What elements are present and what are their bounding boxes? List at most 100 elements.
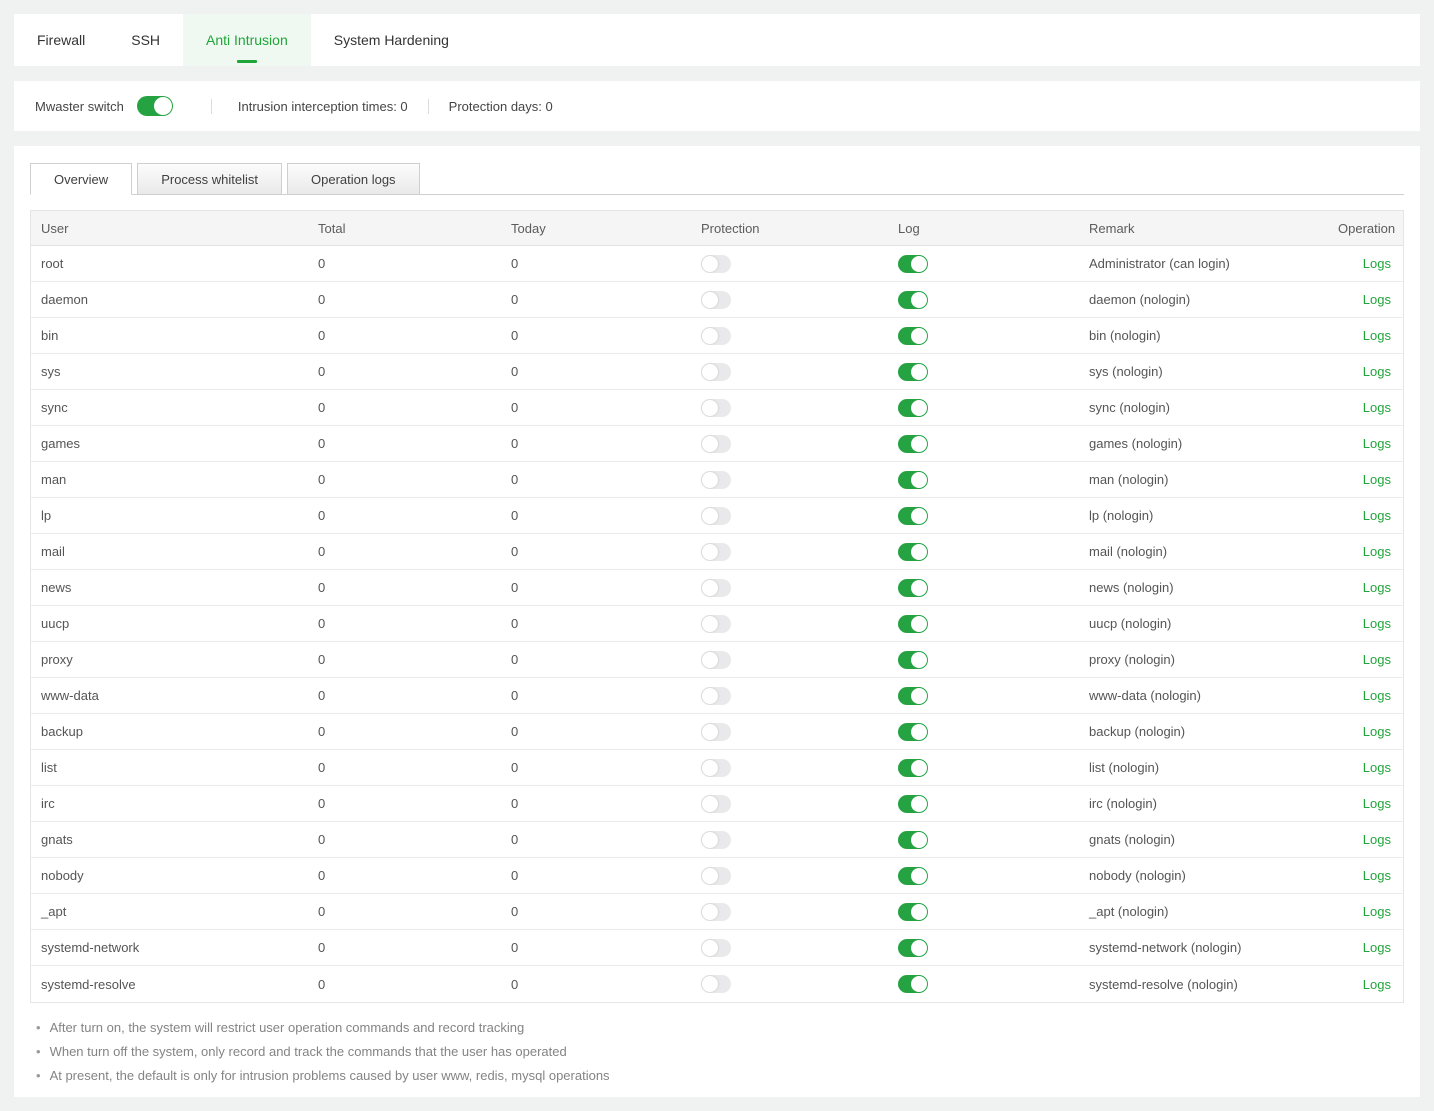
user-cell: uucp bbox=[31, 616, 308, 631]
operation-cell: Logs bbox=[1328, 616, 1403, 631]
log-toggle[interactable] bbox=[898, 471, 928, 489]
toggle-knob bbox=[911, 328, 927, 344]
toggle-knob bbox=[911, 256, 927, 272]
logs-link[interactable]: Logs bbox=[1363, 940, 1391, 955]
protection-toggle[interactable] bbox=[701, 291, 731, 309]
protection-toggle[interactable] bbox=[701, 471, 731, 489]
logs-link[interactable]: Logs bbox=[1363, 436, 1391, 451]
logs-link[interactable]: Logs bbox=[1363, 292, 1391, 307]
protection-toggle[interactable] bbox=[701, 687, 731, 705]
log-toggle[interactable] bbox=[898, 651, 928, 669]
logs-link[interactable]: Logs bbox=[1363, 616, 1391, 631]
logs-link[interactable]: Logs bbox=[1363, 724, 1391, 739]
logs-link[interactable]: Logs bbox=[1363, 832, 1391, 847]
subtab-overview[interactable]: Overview bbox=[30, 163, 132, 195]
tab-firewall[interactable]: Firewall bbox=[14, 14, 108, 66]
note-text: After turn on, the system will restrict … bbox=[50, 1016, 525, 1040]
logs-link[interactable]: Logs bbox=[1363, 508, 1391, 523]
log-toggle[interactable] bbox=[898, 795, 928, 813]
logs-link[interactable]: Logs bbox=[1363, 472, 1391, 487]
log-cell bbox=[888, 651, 1079, 669]
protection-toggle[interactable] bbox=[701, 831, 731, 849]
logs-link[interactable]: Logs bbox=[1363, 400, 1391, 415]
log-toggle[interactable] bbox=[898, 867, 928, 885]
column-header-log: Log bbox=[888, 221, 1079, 236]
protection-cell bbox=[691, 543, 888, 561]
log-toggle[interactable] bbox=[898, 759, 928, 777]
tab-anti-intrusion[interactable]: Anti Intrusion bbox=[183, 14, 311, 66]
log-toggle[interactable] bbox=[898, 507, 928, 525]
table-row: sys00sys (nologin)Logs bbox=[31, 354, 1403, 390]
table-row: bin00bin (nologin)Logs bbox=[31, 318, 1403, 354]
master-switch-toggle[interactable] bbox=[137, 96, 173, 116]
logs-link[interactable]: Logs bbox=[1363, 977, 1391, 992]
protection-toggle[interactable] bbox=[701, 255, 731, 273]
subtab-process-whitelist[interactable]: Process whitelist bbox=[137, 163, 282, 195]
logs-link[interactable]: Logs bbox=[1363, 364, 1391, 379]
log-toggle[interactable] bbox=[898, 327, 928, 345]
protection-toggle[interactable] bbox=[701, 399, 731, 417]
log-toggle[interactable] bbox=[898, 291, 928, 309]
log-toggle[interactable] bbox=[898, 687, 928, 705]
protection-toggle[interactable] bbox=[701, 615, 731, 633]
protection-toggle[interactable] bbox=[701, 795, 731, 813]
column-header-total: Total bbox=[308, 221, 501, 236]
tab-ssh[interactable]: SSH bbox=[108, 14, 183, 66]
protection-toggle[interactable] bbox=[701, 435, 731, 453]
logs-link[interactable]: Logs bbox=[1363, 580, 1391, 595]
logs-link[interactable]: Logs bbox=[1363, 544, 1391, 559]
logs-link[interactable]: Logs bbox=[1363, 688, 1391, 703]
logs-link[interactable]: Logs bbox=[1363, 256, 1391, 271]
protection-toggle[interactable] bbox=[701, 759, 731, 777]
today-cell: 0 bbox=[501, 472, 691, 487]
logs-link[interactable]: Logs bbox=[1363, 652, 1391, 667]
operation-cell: Logs bbox=[1328, 724, 1403, 739]
operation-cell: Logs bbox=[1328, 400, 1403, 415]
tab-system-hardening[interactable]: System Hardening bbox=[311, 14, 472, 66]
log-toggle[interactable] bbox=[898, 543, 928, 561]
note-item: •After turn on, the system will restrict… bbox=[36, 1016, 1404, 1040]
total-cell: 0 bbox=[308, 940, 501, 955]
protection-toggle[interactable] bbox=[701, 903, 731, 921]
log-toggle[interactable] bbox=[898, 831, 928, 849]
protection-toggle[interactable] bbox=[701, 543, 731, 561]
toggle-knob bbox=[702, 544, 718, 560]
log-cell bbox=[888, 831, 1079, 849]
log-toggle[interactable] bbox=[898, 399, 928, 417]
protection-toggle[interactable] bbox=[701, 363, 731, 381]
log-toggle[interactable] bbox=[898, 939, 928, 957]
logs-link[interactable]: Logs bbox=[1363, 796, 1391, 811]
log-toggle[interactable] bbox=[898, 975, 928, 993]
protection-toggle[interactable] bbox=[701, 507, 731, 525]
toggle-knob bbox=[702, 940, 718, 956]
logs-link[interactable]: Logs bbox=[1363, 328, 1391, 343]
log-toggle[interactable] bbox=[898, 903, 928, 921]
log-toggle[interactable] bbox=[898, 255, 928, 273]
log-toggle[interactable] bbox=[898, 615, 928, 633]
logs-link[interactable]: Logs bbox=[1363, 904, 1391, 919]
toggle-knob bbox=[911, 724, 927, 740]
table-row: list00list (nologin)Logs bbox=[31, 750, 1403, 786]
protection-toggle[interactable] bbox=[701, 651, 731, 669]
logs-link[interactable]: Logs bbox=[1363, 868, 1391, 883]
protection-toggle[interactable] bbox=[701, 939, 731, 957]
protection-toggle[interactable] bbox=[701, 723, 731, 741]
user-cell: systemd-resolve bbox=[31, 977, 308, 992]
operation-cell: Logs bbox=[1328, 760, 1403, 775]
toggle-knob bbox=[702, 436, 718, 452]
log-toggle[interactable] bbox=[898, 579, 928, 597]
protection-toggle[interactable] bbox=[701, 975, 731, 993]
log-toggle[interactable] bbox=[898, 723, 928, 741]
log-toggle[interactable] bbox=[898, 435, 928, 453]
user-cell: mail bbox=[31, 544, 308, 559]
subtab-operation-logs[interactable]: Operation logs bbox=[287, 163, 420, 195]
today-cell: 0 bbox=[501, 616, 691, 631]
protection-cell bbox=[691, 651, 888, 669]
log-toggle[interactable] bbox=[898, 363, 928, 381]
log-cell bbox=[888, 975, 1079, 993]
protection-toggle[interactable] bbox=[701, 327, 731, 345]
user-cell: man bbox=[31, 472, 308, 487]
logs-link[interactable]: Logs bbox=[1363, 760, 1391, 775]
protection-toggle[interactable] bbox=[701, 579, 731, 597]
protection-toggle[interactable] bbox=[701, 867, 731, 885]
